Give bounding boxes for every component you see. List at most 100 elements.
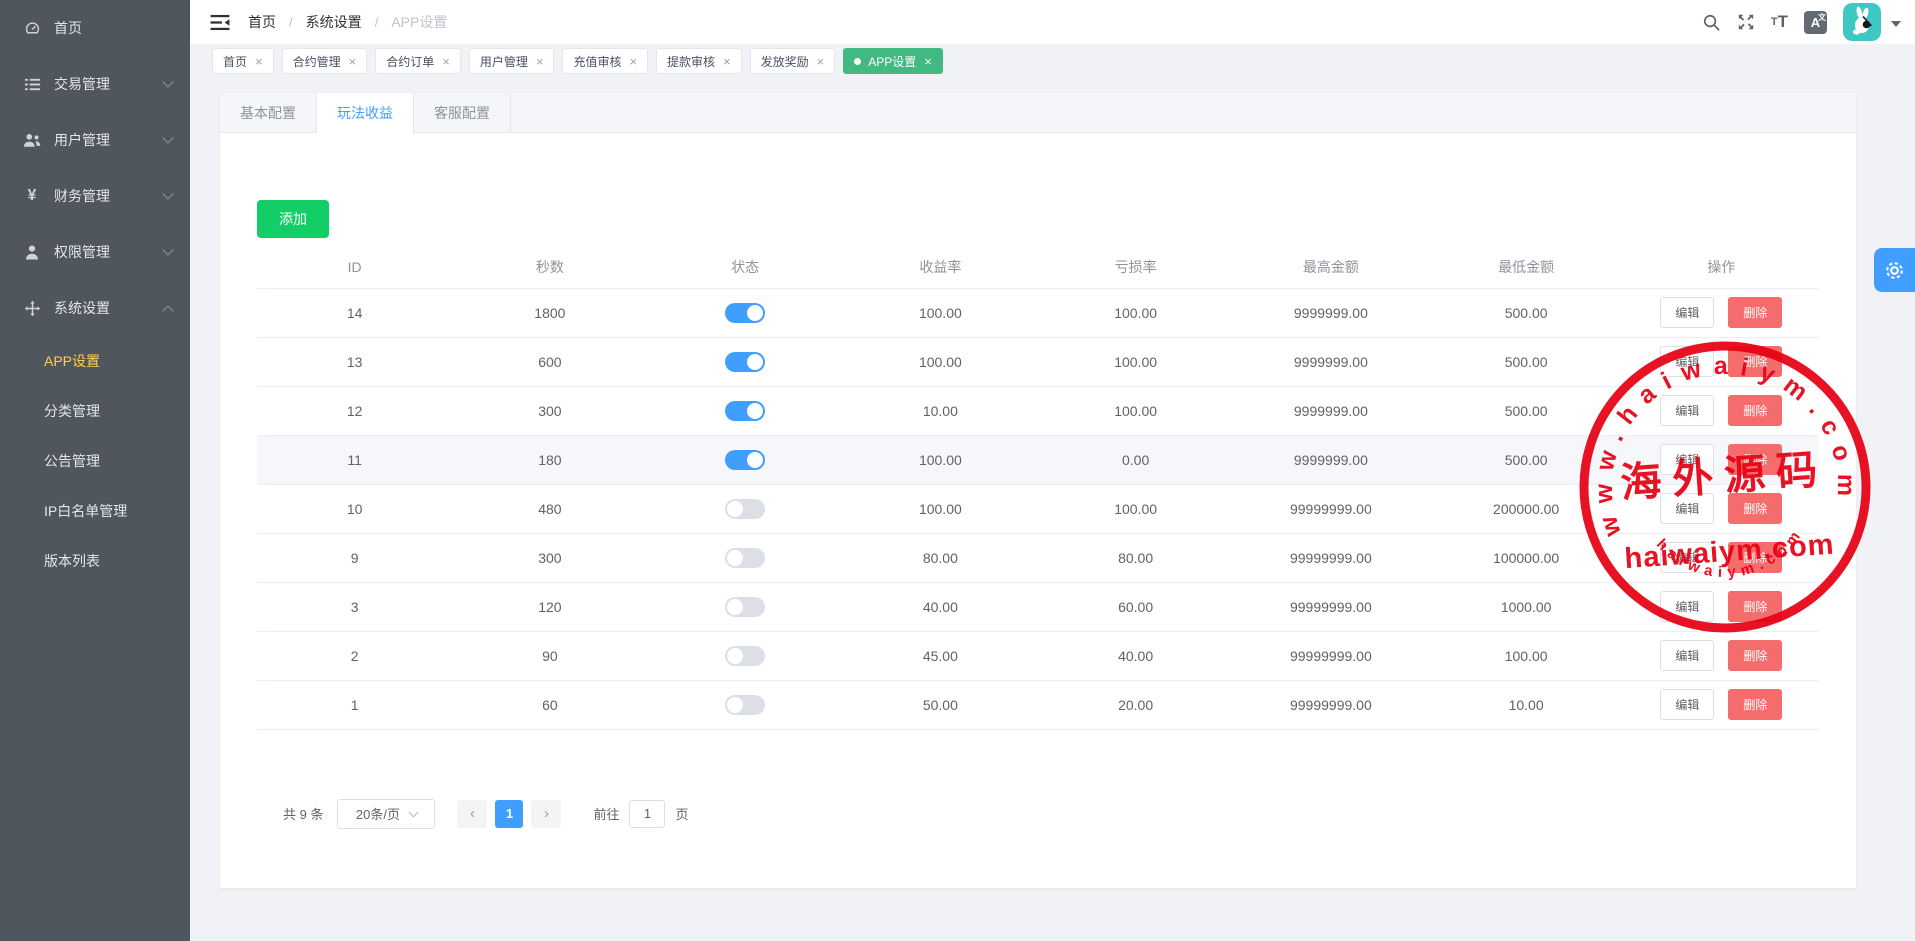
cell-loss-rate: 20.00 xyxy=(1038,680,1234,730)
tab-tag-withdraw-audit[interactable]: 提款审核 × xyxy=(656,48,742,74)
tab-tag-app-settings[interactable]: APP设置 × xyxy=(843,48,943,74)
sidebar-item-user-manage[interactable]: 用户管理 xyxy=(0,112,190,168)
breadcrumb-home[interactable]: 首页 xyxy=(248,14,276,30)
status-toggle[interactable] xyxy=(725,645,766,666)
collapse-menu-icon[interactable] xyxy=(210,14,230,31)
cell-actions: 编辑 删除 xyxy=(1623,533,1819,583)
sidebar-item-finance-manage[interactable]: ¥ 财务管理 xyxy=(0,168,190,224)
tab-tag-recharge-audit[interactable]: 充值审核 × xyxy=(562,48,649,74)
cell-status xyxy=(647,680,843,730)
tab-basic-config[interactable]: 基本配置 xyxy=(220,93,317,133)
cell-seconds: 90 xyxy=(452,631,648,681)
column-header: ID xyxy=(257,246,453,289)
edit-button[interactable]: 编辑 xyxy=(1660,640,1715,671)
sidebar-item-label: 系统设置 xyxy=(54,300,110,316)
page-number-button[interactable]: 1 xyxy=(495,799,524,828)
close-icon[interactable]: × xyxy=(536,55,544,68)
goto-page-input[interactable] xyxy=(629,799,666,828)
cell-loss-rate: 100.00 xyxy=(1038,288,1234,338)
edit-button[interactable]: 编辑 xyxy=(1660,444,1715,475)
breadcrumb-system-settings[interactable]: 系统设置 xyxy=(306,14,362,30)
edit-button[interactable]: 编辑 xyxy=(1660,689,1715,720)
edit-button[interactable]: 编辑 xyxy=(1660,346,1715,377)
column-header: 最高金额 xyxy=(1233,246,1429,289)
chevron-down-icon xyxy=(162,132,174,144)
cell-loss-rate: 80.00 xyxy=(1038,533,1234,583)
cell-profit-rate: 45.00 xyxy=(842,631,1038,681)
page-size-select[interactable]: 20条/页 xyxy=(337,798,436,829)
edit-button[interactable]: 编辑 xyxy=(1660,395,1715,426)
next-page-button[interactable]: › xyxy=(531,799,562,828)
status-toggle[interactable] xyxy=(725,351,766,372)
caret-down-icon[interactable] xyxy=(1891,21,1901,27)
status-toggle[interactable] xyxy=(725,596,766,617)
edit-button[interactable]: 编辑 xyxy=(1660,542,1715,573)
cell-profit-rate: 10.00 xyxy=(842,386,1038,436)
status-toggle[interactable] xyxy=(725,302,766,323)
status-toggle[interactable] xyxy=(725,449,766,470)
tab-tag-reward-grant[interactable]: 发放奖励 × xyxy=(749,48,836,74)
delete-button[interactable]: 删除 xyxy=(1728,689,1783,720)
add-button[interactable]: 添加 xyxy=(257,200,329,238)
settings-fab[interactable] xyxy=(1874,248,1915,292)
tab-service-config[interactable]: 客服配置 xyxy=(414,93,511,133)
edit-button[interactable]: 编辑 xyxy=(1660,493,1715,524)
close-icon[interactable]: × xyxy=(442,55,450,68)
delete-button[interactable]: 删除 xyxy=(1728,493,1783,524)
table-row: 2 90 45.00 40.00 99999999.00 100.00 编辑 删除 xyxy=(257,631,1819,681)
search-icon[interactable] xyxy=(1702,13,1721,32)
cell-seconds: 480 xyxy=(452,484,648,534)
cell-actions: 编辑 删除 xyxy=(1623,680,1819,730)
sidebar-subitem-app-settings[interactable]: APP设置 xyxy=(0,336,190,386)
fullscreen-icon[interactable] xyxy=(1737,13,1755,31)
delete-button[interactable]: 删除 xyxy=(1728,395,1783,426)
sidebar-menu: 首页 交易管理 用户管理 ¥ 财务管理 权限管理系统设置 APP设置 分类管理 公告管理 IP白名… xyxy=(0,0,190,586)
delete-button[interactable]: 删除 xyxy=(1728,591,1783,622)
cell-loss-rate: 0.00 xyxy=(1038,435,1234,485)
edit-button[interactable]: 编辑 xyxy=(1660,297,1715,328)
avatar[interactable] xyxy=(1843,3,1881,41)
breadcrumb: 首页 / 系统设置 / APP设置 xyxy=(248,12,447,32)
close-icon[interactable]: × xyxy=(255,55,263,68)
prev-page-button[interactable]: ‹ xyxy=(457,799,488,828)
tag-label: 合约管理 xyxy=(292,54,341,69)
status-toggle[interactable] xyxy=(725,547,766,568)
sidebar-subitem-version-list[interactable]: 版本列表 xyxy=(0,536,190,586)
sidebar-item-home[interactable]: 首页 xyxy=(0,0,190,56)
cell-loss-rate: 100.00 xyxy=(1038,386,1234,436)
delete-button[interactable]: 删除 xyxy=(1728,297,1783,328)
close-icon[interactable]: × xyxy=(723,55,731,68)
permission-icon xyxy=(22,244,42,260)
delete-button[interactable]: 删除 xyxy=(1728,346,1783,377)
tab-tag-contract-manage[interactable]: 合约管理 × xyxy=(281,48,368,74)
close-icon[interactable]: × xyxy=(924,55,932,68)
sidebar-subitem-notice-manage[interactable]: 公告管理 xyxy=(0,436,190,486)
delete-button[interactable]: 删除 xyxy=(1728,444,1783,475)
sidebar-item-trade-manage[interactable]: 交易管理 xyxy=(0,56,190,112)
delete-button[interactable]: 删除 xyxy=(1728,640,1783,671)
tab-tag-contract-orders[interactable]: 合约订单 × xyxy=(375,48,461,74)
sidebar-item-label: 财务管理 xyxy=(54,188,110,204)
translate-icon[interactable]: A文 xyxy=(1804,10,1827,34)
tab-play-profit[interactable]: 玩法收益 xyxy=(317,93,414,133)
sidebar-item-system-settings[interactable]: 系统设置 xyxy=(0,280,190,336)
status-toggle[interactable] xyxy=(725,400,766,421)
font-size-icon[interactable]: TT xyxy=(1771,12,1788,32)
sidebar-subitem-ip-whitelist[interactable]: IP白名单管理 xyxy=(0,486,190,536)
tab-tag-user-manage[interactable]: 用户管理 × xyxy=(468,48,555,74)
close-icon[interactable]: × xyxy=(817,55,825,68)
status-toggle[interactable] xyxy=(725,498,766,519)
tab-tag-home[interactable]: 首页 × xyxy=(212,48,274,74)
cell-min-amount: 100000.00 xyxy=(1428,533,1624,583)
sidebar-item-permission-manage[interactable]: 权限管理 xyxy=(0,224,190,280)
status-toggle[interactable] xyxy=(725,694,766,715)
close-icon[interactable]: × xyxy=(629,55,637,68)
cell-loss-rate: 60.00 xyxy=(1038,582,1234,632)
cell-id: 10 xyxy=(257,484,453,534)
cell-id: 11 xyxy=(257,435,453,485)
edit-button[interactable]: 编辑 xyxy=(1660,591,1715,622)
sidebar-submenu: APP设置 分类管理 公告管理 IP白名单管理 版本列表 xyxy=(0,336,190,586)
delete-button[interactable]: 删除 xyxy=(1728,542,1783,573)
sidebar-subitem-category-manage[interactable]: 分类管理 xyxy=(0,386,190,436)
close-icon[interactable]: × xyxy=(349,55,357,68)
